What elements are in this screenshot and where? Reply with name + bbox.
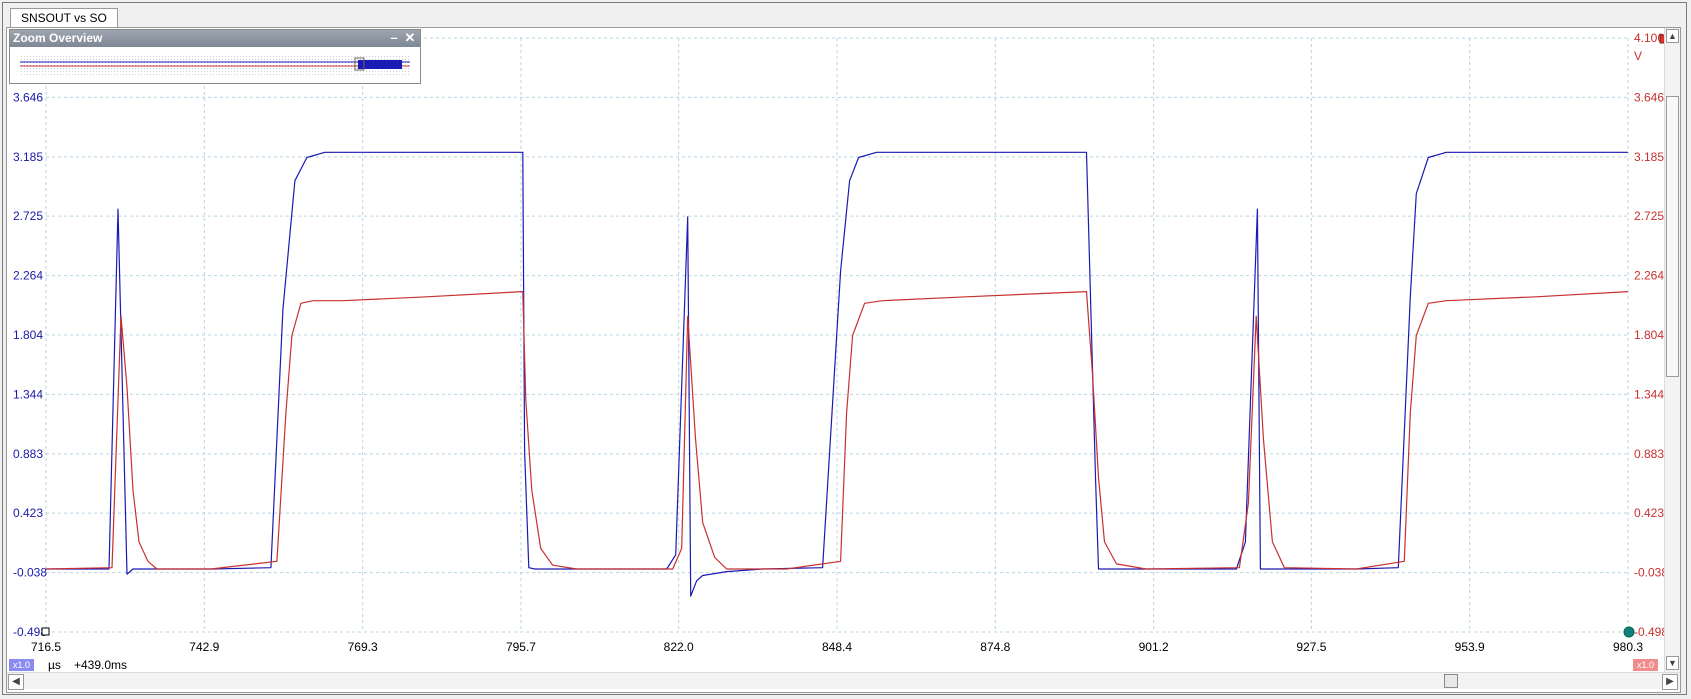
y-right-tick-label: 3.646	[1634, 90, 1664, 104]
y-left-tick-label: -0.038	[13, 566, 47, 580]
zoom-overview-title: Zoom Overview	[13, 31, 103, 45]
y-left-tick-label: 0.423	[13, 506, 43, 520]
right-axis-origin-marker	[1623, 626, 1635, 638]
time-unit-label: µs	[48, 658, 61, 672]
zoom-window-marker[interactable]	[358, 60, 402, 69]
scroll-right-icon[interactable]: ▶	[1662, 674, 1678, 690]
waveform-chart[interactable]: 716.5 742.9 769.3 795.7 822.0 848.4 874.8 901.2…	[0, 0, 1691, 699]
y-left-tick-label: 1.344	[13, 387, 43, 401]
close-icon[interactable]: ✕	[403, 30, 417, 47]
vertical-scroll-thumb[interactable]	[1666, 96, 1679, 377]
x-tick-label: 848.4	[822, 640, 852, 654]
zoom-overview-minimap[interactable]	[20, 55, 410, 77]
y-right-unit-label: V	[1634, 49, 1642, 63]
right-scale-badge[interactable]: x1.0	[1633, 659, 1659, 671]
left-axis-origin-marker	[41, 627, 50, 636]
x-tick-label: 980.3	[1613, 640, 1643, 654]
y-left-tick-label: 3.185	[13, 150, 43, 164]
y-right-tick-label: 0.423	[1634, 506, 1664, 520]
y-right-tick-label: 1.804	[1634, 328, 1664, 342]
y-left-tick-label: 0.883	[13, 447, 43, 461]
y-left-tick-label: 1.804	[13, 328, 43, 342]
time-offset-label: +439.0ms	[74, 658, 128, 672]
vertical-scrollbar[interactable]: ▲ ▼	[1664, 28, 1680, 672]
y-right-tick-label: 3.185	[1634, 150, 1664, 164]
x-tick-label: 874.8	[980, 640, 1010, 654]
x-tick-label: 795.7	[506, 640, 536, 654]
left-scale-badge[interactable]: x1.0	[9, 659, 35, 671]
horizontal-scrollbar[interactable]: ◀ ▶	[7, 672, 1680, 690]
scroll-left-icon[interactable]: ◀	[8, 674, 24, 690]
x-tick-label: 716.5	[31, 640, 61, 654]
x-tick-label: 927.5	[1296, 640, 1326, 654]
y-right-tick-label: 0.883	[1634, 447, 1664, 461]
zoom-overview-titlebar[interactable]: Zoom Overview – ✕	[10, 30, 420, 47]
scroll-down-icon[interactable]: ▼	[1666, 656, 1679, 670]
y-right-tick-label: 2.725	[1634, 209, 1664, 223]
minimize-icon[interactable]: –	[387, 30, 401, 47]
zoom-overview-panel[interactable]: Zoom Overview – ✕	[9, 29, 421, 84]
scroll-up-icon[interactable]: ▲	[1666, 29, 1679, 43]
y-left-tick-label: 3.646	[13, 90, 43, 104]
x-tick-label: 769.3	[348, 640, 378, 654]
y-left-tick-label: 2.725	[13, 209, 43, 223]
y-left-tick-label: 2.264	[13, 269, 43, 283]
horizontal-scroll-thumb[interactable]	[1444, 674, 1458, 688]
x-tick-label: 822.0	[664, 640, 694, 654]
y-right-tick-label: 1.344	[1634, 387, 1664, 401]
x-tick-label: 953.9	[1455, 640, 1485, 654]
x-tick-label: 742.9	[189, 640, 219, 654]
y-right-tick-label: 2.264	[1634, 269, 1664, 283]
x-tick-label: 901.2	[1139, 640, 1169, 654]
